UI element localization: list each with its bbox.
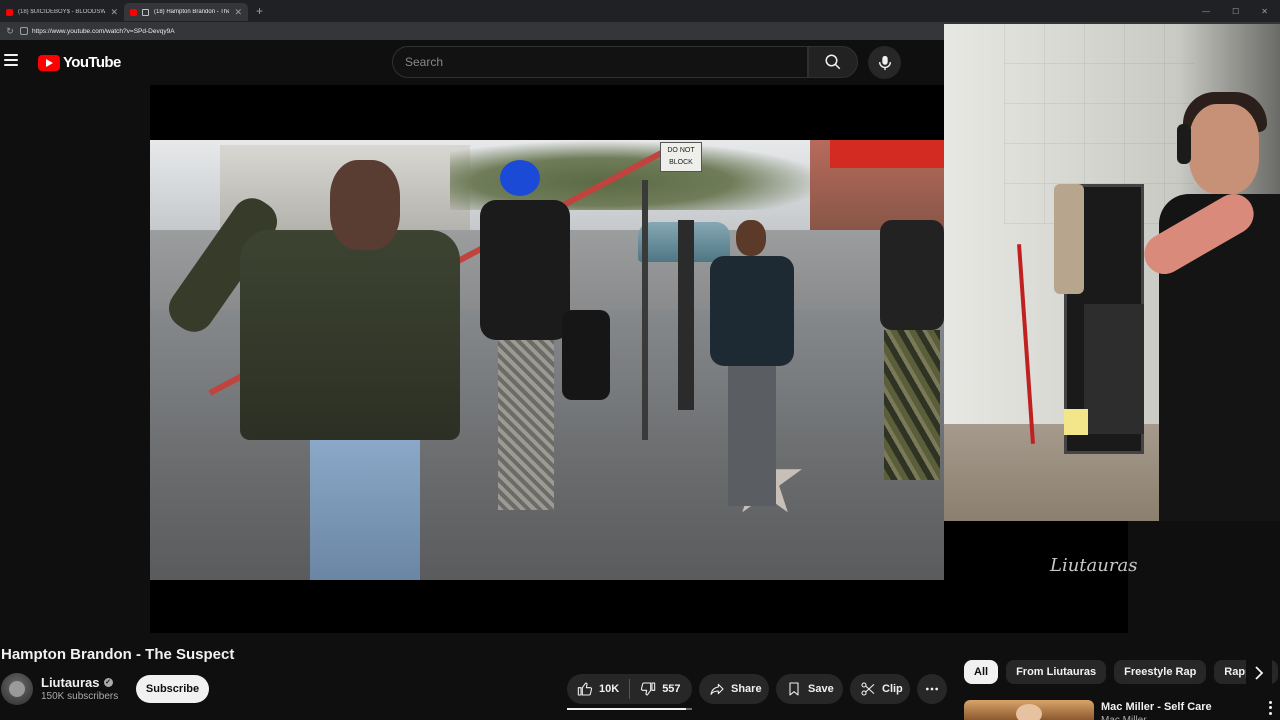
chip-freestyle-rap[interactable]: Freestyle Rap — [1114, 660, 1207, 684]
search-input[interactable]: Search — [392, 46, 808, 78]
youtube-favicon-icon — [130, 8, 137, 16]
masthead: YouTube Search — [0, 40, 944, 85]
search-button[interactable] — [808, 46, 858, 78]
youtube-logo[interactable]: YouTube — [38, 54, 121, 71]
chip-all[interactable]: All — [964, 660, 999, 684]
verified-badge-icon: ✓ — [103, 678, 113, 687]
screen: (18) $UICIDEBOY$ - BLOODSWEAT ✕ (18) Ham… — [0, 0, 1280, 720]
chip-from-channel[interactable]: From Liutauras — [1006, 660, 1107, 684]
recommendation-menu-icon[interactable] — [1264, 700, 1276, 716]
reload-icon[interactable]: ↻ — [0, 26, 20, 37]
browser-tab-title: (18) Hampton Brandon - The — [154, 9, 230, 15]
video-person — [690, 220, 810, 520]
share-button[interactable]: Share — [699, 674, 769, 704]
channel-name-text: Liutauras — [41, 675, 100, 690]
webcam-overlay — [944, 24, 1280, 521]
logo-text: YouTube — [63, 54, 121, 71]
related-chips: All From Liutauras Freestyle Rap Rapping — [964, 660, 1280, 686]
scissors-icon — [861, 682, 875, 696]
streamer — [1137, 84, 1280, 521]
bookmark-icon — [789, 682, 799, 696]
video-watermark: Liutauras — [1050, 555, 1138, 576]
thumbs-up-icon — [577, 682, 593, 696]
close-window-icon[interactable]: ✕ — [1261, 7, 1268, 16]
close-tab-icon[interactable]: ✕ — [110, 7, 118, 18]
share-icon — [710, 683, 724, 695]
video-title: Hampton Brandon - The Suspect — [1, 646, 235, 663]
like-button[interactable]: 10K — [567, 674, 629, 704]
save-button[interactable]: Save — [776, 674, 843, 704]
like-count: 10K — [599, 683, 620, 695]
clip-button[interactable]: Clip — [850, 674, 910, 704]
street-sign: DO NOT BLOCK — [660, 142, 702, 172]
more-actions-button[interactable] — [917, 674, 947, 704]
channel-avatar[interactable] — [1, 673, 33, 705]
browser-tabbar: (18) $UICIDEBOY$ - BLOODSWEAT ✕ (18) Ham… — [0, 0, 1280, 22]
recommendation-channel[interactable]: Mac Miller — [1101, 715, 1147, 720]
browser-tab-2[interactable]: (18) Hampton Brandon - The ✕ — [124, 3, 248, 21]
menu-icon[interactable] — [4, 54, 18, 66]
channel-name[interactable]: Liutauras ✓ — [41, 675, 113, 690]
new-tab-icon[interactable]: + — [256, 4, 263, 18]
like-dislike-bar: 10K 557 — [567, 674, 692, 710]
chevron-right-icon — [1255, 666, 1264, 680]
recommendation-thumbnail[interactable] — [964, 700, 1094, 720]
youtube-play-icon — [38, 54, 60, 71]
video-person — [870, 200, 944, 500]
thumbs-down-icon — [641, 682, 656, 696]
browser-tab-title: (18) $UICIDEBOY$ - BLOODSWEAT — [18, 9, 106, 15]
clip-label: Clip — [882, 683, 903, 695]
chips-next-button[interactable] — [1246, 660, 1272, 686]
dislike-count: 557 — [662, 683, 681, 695]
url-text[interactable]: https://www.youtube.com/watch?v=SPd-Devq… — [32, 28, 175, 35]
save-label: Save — [808, 683, 834, 695]
subscriber-count: 150K subscribers — [41, 691, 119, 702]
youtube-favicon-icon — [6, 8, 13, 16]
video-frame[interactable]: ★ DO NOT BLOCK — [150, 140, 944, 580]
browser-tab-1[interactable]: (18) $UICIDEBOY$ - BLOODSWEAT ✕ — [0, 3, 124, 21]
minimize-icon[interactable]: — — [1202, 7, 1210, 16]
search-icon — [825, 54, 841, 70]
video-person — [470, 160, 610, 560]
recommendation-title[interactable]: Mac Miller - Self Care — [1101, 701, 1212, 713]
audio-playing-icon — [142, 8, 149, 16]
voice-search-button[interactable] — [868, 46, 901, 79]
dislike-button[interactable]: 557 — [630, 674, 690, 704]
site-info-icon[interactable] — [20, 27, 28, 35]
share-label: Share — [731, 683, 762, 695]
maximize-icon[interactable]: ☐ — [1232, 7, 1239, 16]
close-tab-icon[interactable]: ✕ — [234, 7, 242, 18]
subscribe-button[interactable]: Subscribe — [136, 675, 209, 703]
microphone-icon — [878, 55, 891, 70]
video-person — [161, 140, 460, 580]
more-horizontal-icon — [926, 687, 938, 691]
window-controls: — ☐ ✕ — [1202, 0, 1280, 22]
like-ratio-bar — [567, 708, 692, 710]
